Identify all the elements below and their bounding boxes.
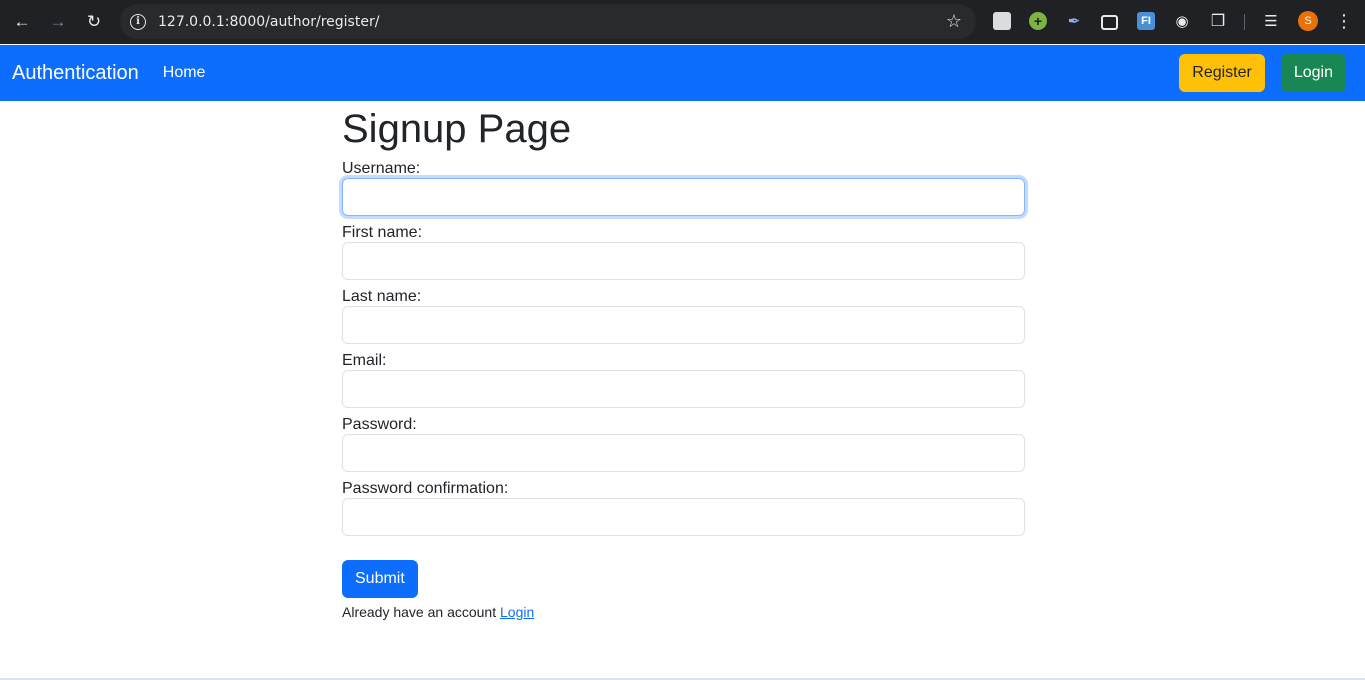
first-name-group: First name: — [342, 223, 1025, 280]
nav-link-home[interactable]: Home — [163, 64, 206, 82]
email-input[interactable] — [342, 370, 1025, 408]
password-confirmation-label: Password confirmation: — [342, 480, 509, 497]
first-name-input[interactable] — [342, 242, 1025, 280]
url-host: 127.0.0.1 — [158, 13, 225, 30]
eyedropper-icon[interactable]: ✒ — [1065, 12, 1083, 30]
navbar-actions: Register Login — [1179, 54, 1346, 92]
navbar-brand[interactable]: Authentication — [12, 62, 139, 85]
last-name-label: Last name: — [342, 288, 422, 305]
extension-plus-icon[interactable]: + — [1029, 12, 1047, 30]
username-group: Username: — [342, 159, 1025, 216]
reload-icon[interactable]: ↻ — [79, 7, 109, 37]
password-group: Password: — [342, 415, 1025, 472]
extension-1-icon[interactable] — [993, 12, 1011, 30]
site-info-icon[interactable]: i — [130, 13, 146, 30]
profile-avatar[interactable]: S — [1298, 11, 1318, 31]
signup-form: Signup Page Username: First name: Last n… — [342, 101, 1025, 620]
password-confirmation-group: Password confirmation: — [342, 479, 1025, 536]
picture-in-picture-icon[interactable] — [1101, 15, 1118, 30]
url-text[interactable]: 127.0.0.1:8000/author/register/ — [158, 14, 379, 30]
site-navbar: Authentication Home Register Login — [0, 45, 1365, 101]
password-confirmation-input[interactable] — [342, 498, 1025, 536]
login-link[interactable]: Login — [500, 604, 534, 620]
forward-arrow-icon[interactable]: → — [43, 7, 73, 37]
extension-fi-icon[interactable]: FI — [1137, 12, 1155, 30]
page-title: Signup Page — [342, 107, 572, 151]
bookmark-star-icon[interactable]: ☆ — [946, 11, 962, 32]
first-name-label: First name: — [342, 224, 423, 241]
login-button[interactable]: Login — [1280, 54, 1346, 92]
url-path: :8000/author/register/ — [224, 13, 380, 30]
register-button[interactable]: Register — [1179, 54, 1265, 92]
login-prompt-text: Already have an account — [342, 604, 497, 620]
browser-menu-icon[interactable]: ⋮ — [1335, 10, 1353, 32]
password-input[interactable] — [342, 434, 1025, 472]
toolbar-divider — [1244, 14, 1245, 30]
email-group: Email: — [342, 351, 1025, 408]
camera-icon[interactable]: ◉ — [1173, 12, 1191, 30]
password-label: Password: — [342, 416, 417, 433]
last-name-input[interactable] — [342, 306, 1025, 344]
submit-row: Submit — [342, 560, 1025, 598]
back-arrow-icon[interactable]: ← — [7, 7, 37, 37]
reading-list-icon[interactable]: ☰ — [1262, 12, 1280, 30]
username-label: Username: — [342, 160, 421, 177]
address-bar[interactable]: i 127.0.0.1:8000/author/register/ ☆ — [120, 4, 976, 39]
username-input[interactable] — [342, 178, 1025, 216]
login-prompt: Already have an account Login — [342, 604, 1025, 620]
submit-button[interactable]: Submit — [342, 560, 418, 598]
browser-toolbar: ← → ↻ i 127.0.0.1:8000/author/register/ … — [0, 0, 1365, 44]
last-name-group: Last name: — [342, 287, 1025, 344]
extensions-puzzle-icon[interactable]: ❒ — [1209, 12, 1227, 30]
email-label: Email: — [342, 352, 387, 369]
